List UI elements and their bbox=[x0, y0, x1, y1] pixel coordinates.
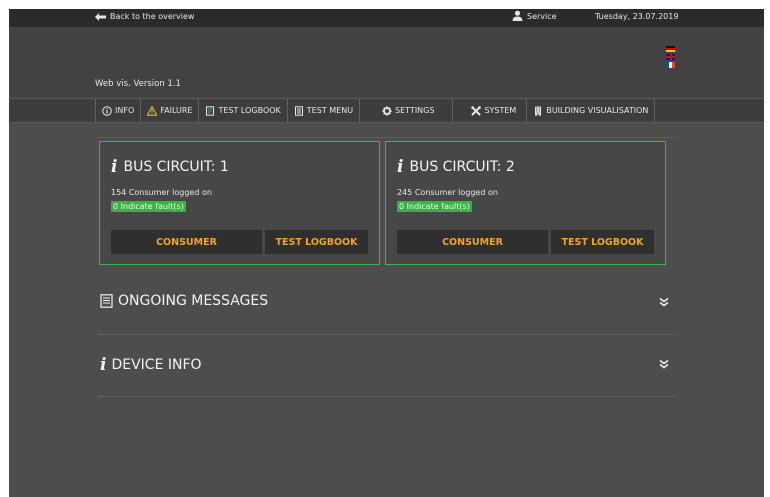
nav-item-test-logbook[interactable]: TEST LOGBOOK bbox=[198, 99, 286, 122]
section-title-text: DEVICE INFO bbox=[111, 357, 202, 373]
back-to-overview-link[interactable]: Back to the overview bbox=[95, 12, 194, 21]
bus-circuit-title: i BUS CIRCUIT: 1 bbox=[111, 157, 229, 177]
nav-label-failure: FAILURE bbox=[160, 106, 193, 115]
document-icon bbox=[294, 105, 303, 116]
info-icon: i bbox=[397, 157, 404, 177]
nav-item-failure[interactable]: FAILURE bbox=[140, 99, 198, 122]
main-navigation: INFO FAILURE TEST LOGBOOK TEST MENU SETT… bbox=[9, 98, 764, 123]
nav-label-test-logbook: TEST LOGBOOK bbox=[218, 106, 281, 115]
section-title: i DEVICE INFO bbox=[100, 355, 202, 375]
main-content: i BUS CIRCUIT: 1 154 Consumer logged on … bbox=[9, 123, 764, 497]
bus-circuit-title-text: BUS CIRCUIT: 1 bbox=[123, 159, 229, 175]
fault-badge: 0 Indicate fault(s) bbox=[397, 201, 472, 212]
consumers-count: 245 Consumer logged on bbox=[397, 188, 498, 197]
divider bbox=[97, 137, 677, 138]
gear-icon bbox=[382, 105, 392, 116]
app-window: Back to the overview Service Tuesday, 23… bbox=[9, 9, 764, 497]
consumers-count: 154 Consumer logged on bbox=[111, 188, 212, 197]
chevron-double-down-icon[interactable] bbox=[659, 297, 669, 307]
nav-label-test-menu: TEST MENU bbox=[306, 106, 354, 115]
nav-label-settings: SETTINGS bbox=[395, 106, 435, 115]
ongoing-messages-section[interactable]: ONGOING MESSAGES bbox=[97, 273, 677, 335]
back-label: Back to the overview bbox=[110, 12, 195, 21]
info-icon: i bbox=[111, 157, 118, 177]
chevron-double-down-icon[interactable] bbox=[659, 359, 669, 369]
fault-badge: 0 Indicate fault(s) bbox=[111, 201, 186, 212]
messages-icon bbox=[100, 294, 113, 308]
consumer-button[interactable]: CONSUMER bbox=[111, 230, 262, 254]
nav-label-system: SYSTEM bbox=[484, 106, 517, 115]
french-flag-icon[interactable] bbox=[666, 62, 675, 68]
current-date: Tuesday, 23.07.2019 bbox=[595, 12, 679, 21]
arrow-left-icon bbox=[95, 12, 106, 21]
info-icon: i bbox=[100, 355, 107, 375]
bus-circuit-card-1: i BUS CIRCUIT: 1 154 Consumer logged on … bbox=[99, 141, 380, 265]
nav-label-info: INFO bbox=[115, 106, 135, 115]
bus-circuit-card-2: i BUS CIRCUIT: 2 245 Consumer logged on … bbox=[385, 141, 666, 265]
nav-item-settings[interactable]: SETTINGS bbox=[359, 99, 452, 122]
device-info-section[interactable]: i DEVICE INFO bbox=[97, 335, 677, 397]
service-login[interactable]: Service bbox=[512, 10, 557, 21]
header: Web vis. Version 1.1 bbox=[9, 27, 764, 98]
nav-item-test-menu[interactable]: TEST MENU bbox=[286, 99, 359, 122]
language-selector bbox=[666, 46, 675, 68]
section-title-text: ONGOING MESSAGES bbox=[118, 293, 269, 309]
service-label: Service bbox=[527, 12, 557, 21]
nav-item-building-visualisation[interactable]: BUILDING VISUALISATION bbox=[526, 99, 656, 122]
info-circle-icon bbox=[102, 105, 112, 116]
top-bar: Back to the overview Service Tuesday, 23… bbox=[9, 9, 764, 27]
logbook-icon bbox=[206, 105, 215, 116]
nav-label-building-visualisation: BUILDING VISUALISATION bbox=[546, 106, 649, 115]
nav-item-system[interactable]: SYSTEM bbox=[452, 99, 526, 122]
user-icon bbox=[512, 10, 523, 21]
version-label: Web vis. Version 1.1 bbox=[95, 79, 181, 89]
consumer-button[interactable]: CONSUMER bbox=[397, 230, 548, 254]
bus-circuit-title-text: BUS CIRCUIT: 2 bbox=[409, 159, 515, 175]
bus-circuit-title: i BUS CIRCUIT: 2 bbox=[397, 157, 515, 177]
building-icon bbox=[535, 106, 542, 116]
test-logbook-button[interactable]: TEST LOGBOOK bbox=[265, 230, 368, 254]
section-title: ONGOING MESSAGES bbox=[100, 293, 268, 309]
nav-item-info[interactable]: INFO bbox=[95, 99, 140, 122]
warning-triangle-icon bbox=[147, 105, 158, 116]
tools-icon bbox=[471, 105, 482, 116]
test-logbook-button[interactable]: TEST LOGBOOK bbox=[551, 230, 654, 254]
uk-flag-icon[interactable] bbox=[666, 54, 675, 60]
german-flag-icon[interactable] bbox=[666, 46, 675, 52]
